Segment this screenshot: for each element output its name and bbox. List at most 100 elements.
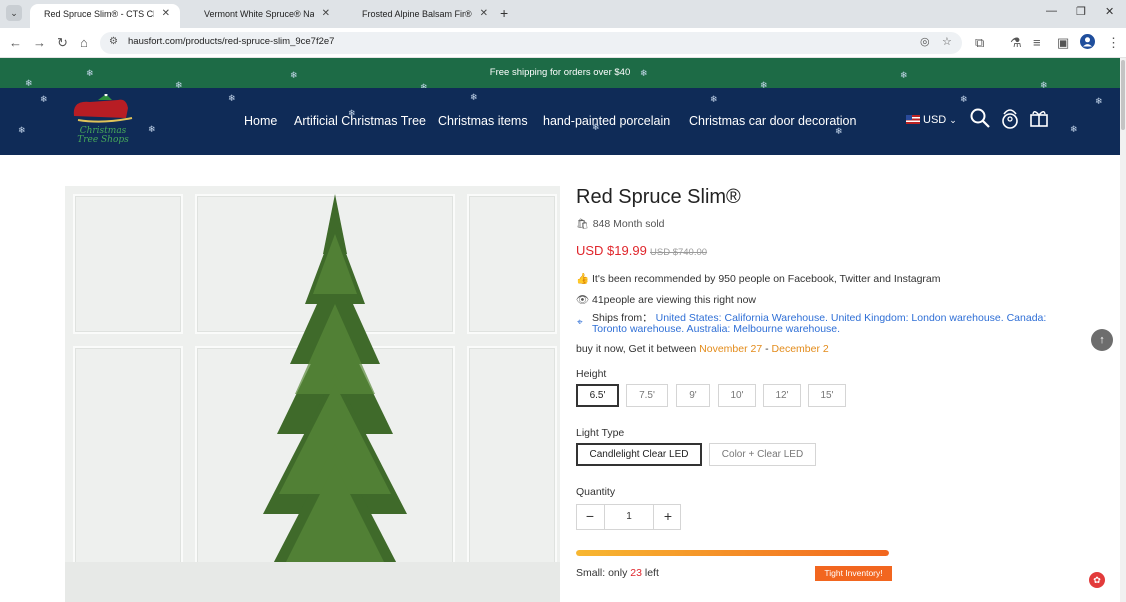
forward-icon[interactable]: → [33, 35, 46, 51]
minimize-icon[interactable]: — [1046, 5, 1057, 17]
scrollbar-thumb[interactable] [1121, 60, 1125, 130]
snowflake-icon: ❄ [148, 124, 156, 134]
increase-quantity-button[interactable]: + [655, 505, 681, 529]
eta-start-date: November 27 [699, 343, 763, 355]
snowflake-icon: ❄ [1070, 124, 1078, 134]
sold-count: 🛍 848 Month sold [576, 218, 665, 230]
snowflake-icon: ❄ [710, 94, 718, 104]
eye-off-icon[interactable]: ◎ [920, 35, 930, 48]
height-option-10[interactable]: 10' [718, 384, 756, 407]
snowflake-icon: ❄ [1095, 96, 1103, 106]
light-option-color-clear-led[interactable]: Color + Clear LED [709, 443, 816, 466]
light-type-label: Light Type [576, 427, 625, 439]
maximize-icon[interactable]: ❐ [1076, 5, 1086, 18]
page-scrollbar[interactable] [1120, 58, 1126, 602]
site-header: ❄ ❄ ❄ ❄ ❄ ❄ ❄ ❄ ❄ ❄ ❄ ❄ Christmas Tree S… [0, 88, 1120, 155]
height-option-6-5[interactable]: 6.5' [576, 384, 619, 407]
ships-from: Ships from： United States: California Wa… [592, 313, 1057, 335]
close-tab-icon[interactable]: ✕ [322, 4, 330, 24]
floor-baseboard [65, 562, 560, 602]
back-icon[interactable]: ← [9, 35, 22, 51]
nav-home[interactable]: Home [244, 114, 277, 128]
lab-flask-icon[interactable]: ⚗ [1010, 35, 1022, 51]
extensions-icon[interactable]: ⧉ [975, 35, 984, 51]
nav-christmas-items[interactable]: Christmas items [438, 114, 528, 128]
eta-prefix: buy it now, Get it between [576, 343, 700, 355]
nav-hand-painted-porcelain[interactable]: hand-painted porcelain [543, 114, 670, 128]
tight-inventory-badge: Tight Inventory! [815, 566, 892, 581]
eye-icon: 👁 [576, 294, 590, 306]
chevron-down-icon: ⌄ [949, 115, 957, 125]
recommend-text: It's been recommended by 950 people on F… [592, 273, 941, 285]
new-tab-button[interactable]: + [500, 5, 508, 21]
user-account-icon[interactable] [1000, 108, 1020, 135]
height-option-15[interactable]: 15' [808, 384, 846, 407]
light-option-candlelight-clear-led[interactable]: Candlelight Clear LED [576, 443, 702, 466]
stock-suffix: left [641, 567, 659, 579]
logo-text: Christmas Tree Shops [77, 126, 129, 145]
stock-text: Small: only 23 left [576, 567, 659, 579]
bookmark-star-icon[interactable]: ☆ [942, 35, 952, 48]
bag-icon: 🛍 [576, 219, 589, 230]
browser-menu-icon[interactable]: ⋮ [1107, 35, 1120, 51]
profile-avatar-icon[interactable] [1080, 34, 1095, 53]
location-pin-icon: ⌖ [577, 317, 583, 328]
height-option-7-5[interactable]: 7.5' [626, 384, 668, 407]
arrow-up-icon: ↑ [1099, 334, 1105, 346]
warehouse-list[interactable]: United States: California Warehouse. Uni… [592, 312, 1046, 335]
nav-christmas-car-door-decoration[interactable]: Christmas car door decoration [689, 114, 856, 128]
stock-count: 23 [630, 567, 642, 579]
browser-tab-3[interactable]: Frosted Alpine Balsam Fir® Tre ✕ [348, 4, 498, 28]
browser-tab-1[interactable]: Red Spruce Slim® - CTS Christ ✕ [30, 4, 180, 28]
search-icon[interactable] [970, 108, 990, 133]
browser-tab-2[interactable]: Vermont White Spruce® Narro ✕ [190, 4, 340, 28]
chat-support-icon[interactable]: ✿ [1089, 572, 1105, 588]
tab-title: Red Spruce Slim® - CTS Christ [44, 9, 154, 19]
wall-panel [73, 194, 183, 334]
scroll-to-top-button[interactable]: ↑ [1091, 329, 1113, 351]
height-label: Height [576, 368, 607, 380]
viewing-line: 👁 41people are viewing this right now [576, 293, 756, 306]
reload-icon[interactable]: ↻ [57, 35, 68, 51]
tab-search-icon[interactable]: ⌄ [6, 5, 22, 21]
close-tab-icon[interactable]: ✕ [480, 4, 488, 24]
site-logo[interactable]: Christmas Tree Shops [68, 93, 138, 150]
recommend-line: 👍 It's been recommended by 950 people on … [576, 272, 941, 285]
tab-title: Vermont White Spruce® Narro [204, 9, 314, 19]
site-info-icon[interactable]: ⚙ [109, 36, 118, 47]
browser-toolbar: ← → ↻ ⌂ ⚙ hausfort.com/products/red-spru… [0, 28, 1126, 58]
url-text: hausfort.com/products/red-spruce-slim_9c… [128, 36, 335, 47]
height-option-9[interactable]: 9' [676, 384, 710, 407]
media-queue-icon[interactable]: ≡ [1033, 35, 1041, 51]
address-bar[interactable]: ⚙ hausfort.com/products/red-spruce-slim_… [100, 32, 962, 54]
height-option-12[interactable]: 12' [763, 384, 801, 407]
side-panel-icon[interactable]: ▣ [1057, 35, 1069, 51]
delivery-estimate: buy it now, Get it between November 27 -… [576, 343, 829, 355]
us-flag-icon [906, 115, 920, 124]
close-tab-icon[interactable]: ✕ [162, 4, 170, 24]
quantity-input[interactable]: 1 [604, 505, 654, 529]
snowflake-icon: ❄ [470, 92, 478, 102]
wall-panel [73, 346, 183, 586]
snowflake-icon: ❄ [18, 125, 26, 135]
eta-separator: - [762, 343, 772, 355]
stock-progress-fill [576, 550, 889, 556]
sold-text: 848 Month sold [592, 218, 665, 230]
currency-label: USD [923, 114, 947, 126]
gift-cart-icon[interactable] [1029, 108, 1049, 133]
browser-tab-bar: ⌄ Red Spruce Slim® - CTS Christ ✕ Vermon… [0, 0, 1126, 28]
announcement-text: Free shipping for orders over $40 [489, 67, 631, 78]
snowflake-icon: ❄ [228, 93, 236, 103]
snowflake-icon: ❄ [640, 68, 648, 78]
quantity-label: Quantity [576, 486, 616, 498]
decrease-quantity-button[interactable]: − [577, 505, 603, 529]
home-icon[interactable]: ⌂ [80, 35, 88, 51]
close-window-icon[interactable]: ✕ [1105, 5, 1114, 18]
christmas-tree-image [253, 194, 417, 602]
currency-selector[interactable]: USD ⌄ [906, 114, 957, 126]
sale-price: USD $19.99 [576, 243, 647, 258]
product-image[interactable] [65, 186, 560, 602]
snowflake-icon: ❄ [86, 68, 94, 78]
viewing-text: 41people are viewing this right now [592, 294, 757, 306]
nav-artificial-christmas-tree[interactable]: Artificial Christmas Tree [294, 114, 426, 128]
